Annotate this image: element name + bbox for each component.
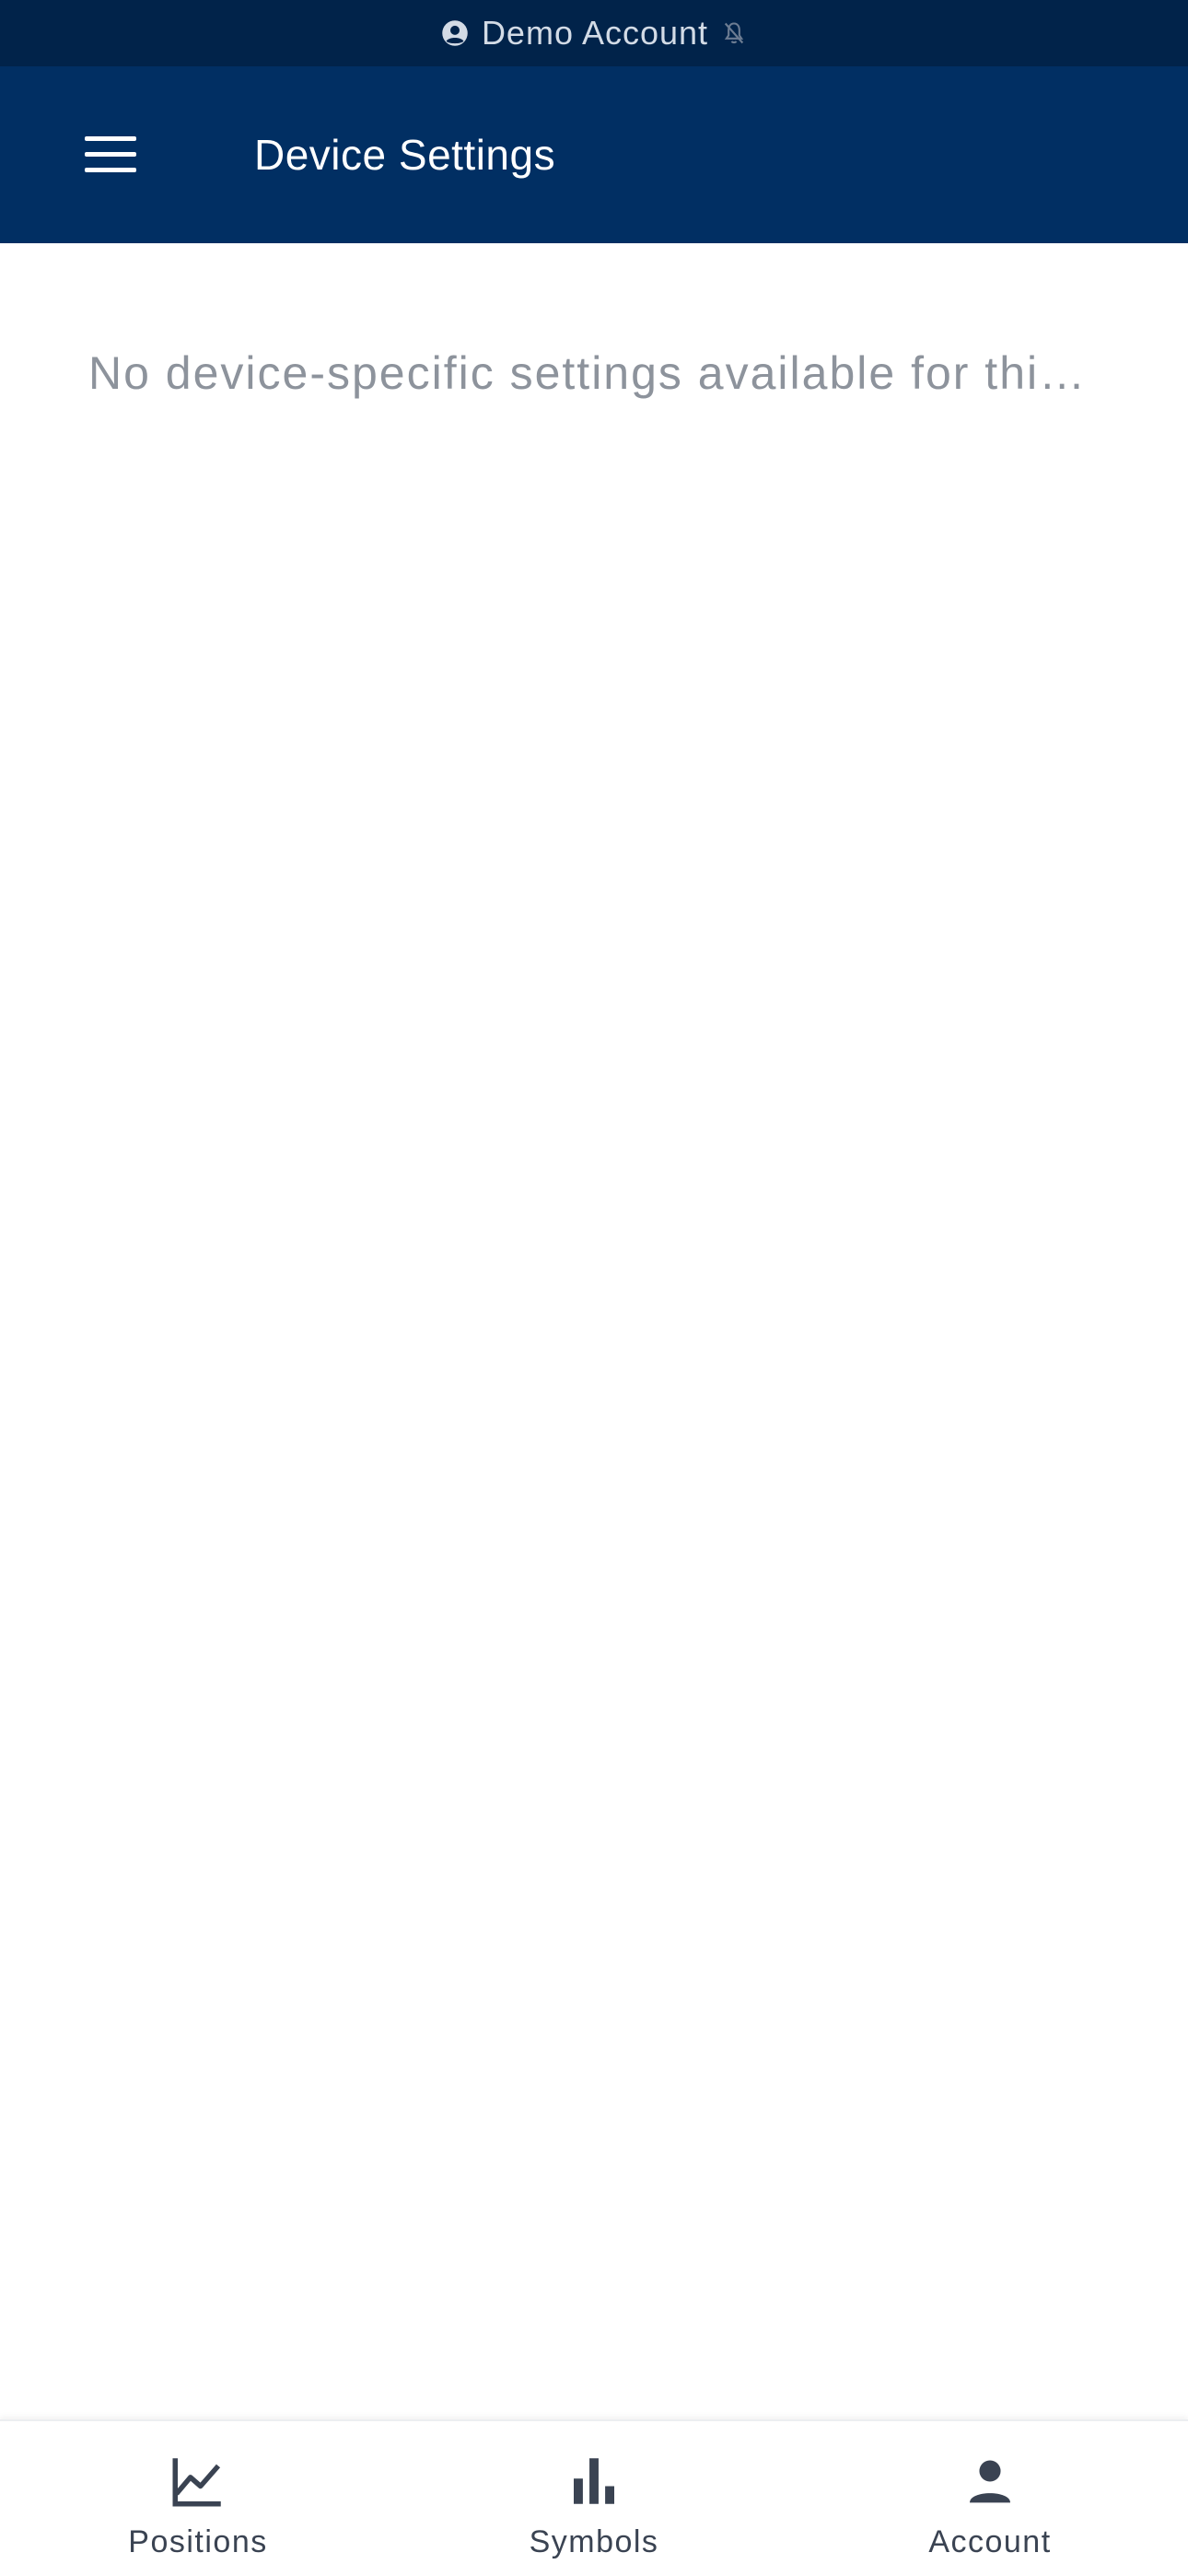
nav-item-positions[interactable]: Positions — [0, 2421, 396, 2576]
app-bar: Device Settings — [0, 66, 1188, 243]
nav-label-positions: Positions — [128, 2524, 268, 2559]
bar-chart-icon — [574, 2458, 614, 2504]
bottom-navigation: Positions Symbols Account — [0, 2419, 1188, 2576]
mute-bell-icon — [724, 22, 744, 44]
user-circle-icon — [442, 20, 468, 46]
person-icon — [970, 2460, 1010, 2503]
hamburger-menu-icon — [85, 136, 136, 173]
line-chart-icon — [172, 2458, 221, 2507]
device-settings-screen: Demo Account Device Settings No device-s… — [0, 0, 1188, 2576]
menu-button[interactable] — [64, 109, 157, 201]
page-title: Device Settings — [254, 131, 556, 179]
nav-label-symbols: Symbols — [529, 2524, 659, 2559]
empty-state-message: No device-specific settings available fo… — [88, 347, 1088, 399]
nav-item-account[interactable]: Account — [792, 2421, 1188, 2576]
account-label: Demo Account — [481, 14, 709, 52]
nav-label-account: Account — [928, 2524, 1052, 2559]
nav-item-symbols[interactable]: Symbols — [396, 2421, 792, 2576]
account-banner: Demo Account — [0, 0, 1188, 66]
